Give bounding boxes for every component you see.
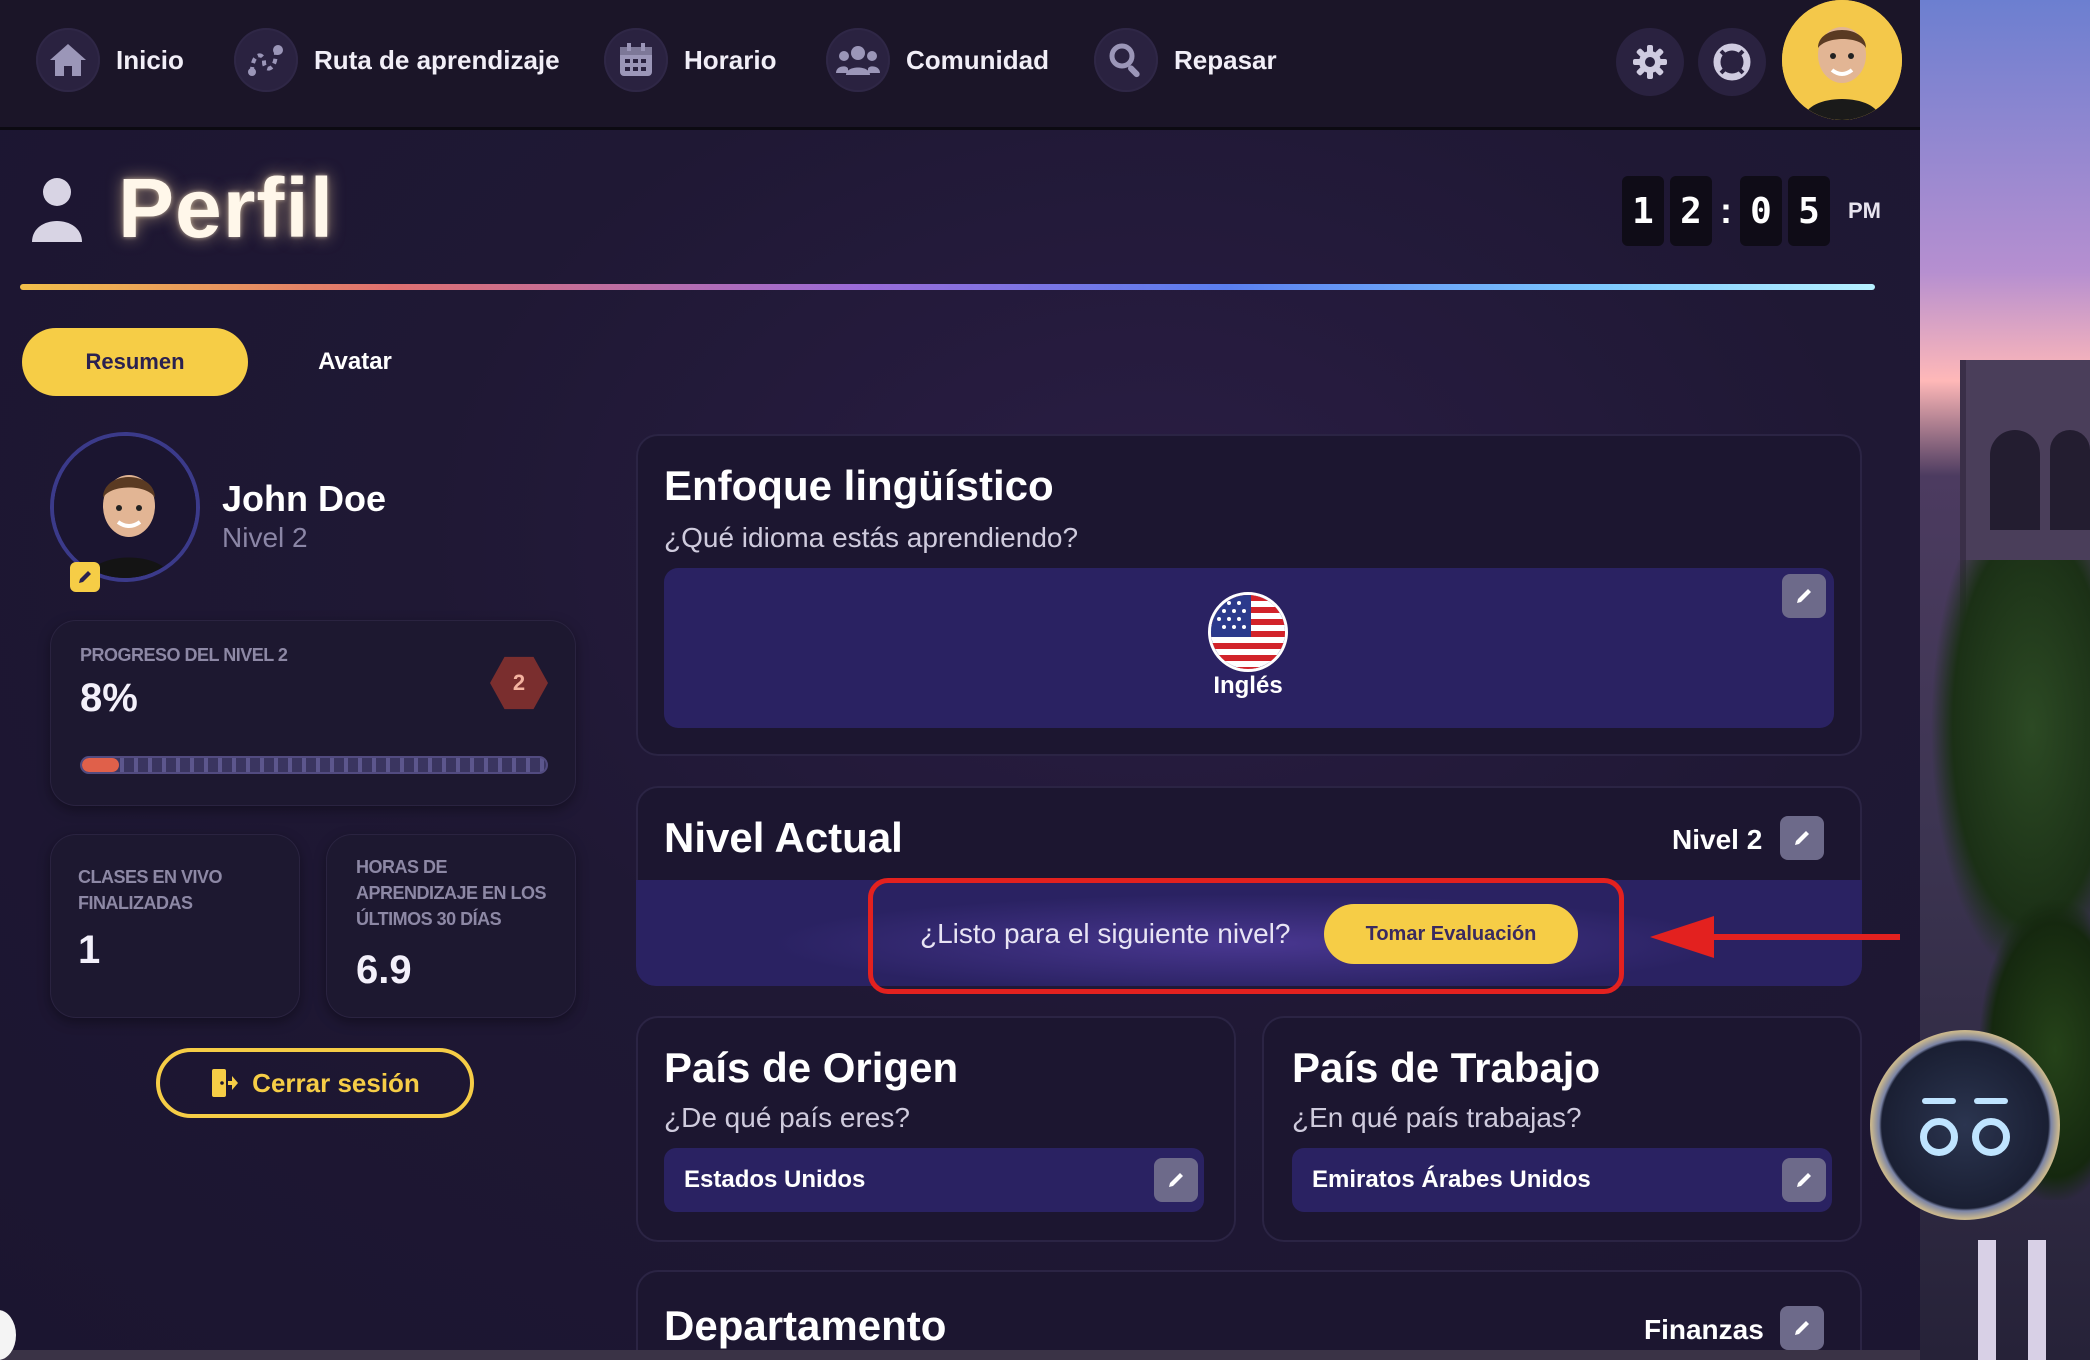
level-progress-bar bbox=[80, 756, 548, 774]
page-title: Perfil bbox=[118, 161, 335, 255]
help-button[interactable] bbox=[1698, 28, 1766, 96]
route-icon bbox=[234, 28, 298, 92]
work-value: Emiratos Árabes Unidos bbox=[1312, 1166, 1591, 1193]
people-icon bbox=[826, 28, 890, 92]
clock: 1 2 : 0 5 PM bbox=[1622, 176, 1881, 246]
edit-work-button[interactable] bbox=[1782, 1158, 1826, 1202]
user-avatar-button[interactable] bbox=[1782, 0, 1902, 120]
language-subtitle: ¿Qué idioma estás aprendiendo? bbox=[664, 522, 1079, 553]
language-title: Enfoque lingüístico bbox=[664, 462, 1054, 509]
nav-item-repasar[interactable]: Repasar bbox=[1094, 28, 1277, 92]
origin-title: País de Origen bbox=[664, 1044, 959, 1091]
robot-eye-icon bbox=[1972, 1118, 2010, 1156]
castle-arch bbox=[2050, 430, 2090, 530]
pencil-icon bbox=[1797, 589, 1811, 603]
lifebuoy-icon bbox=[1713, 43, 1751, 81]
pencil-icon bbox=[1795, 831, 1809, 845]
department-title: Departamento bbox=[664, 1302, 947, 1349]
stat-label: HORAS DE APRENDIZAJE EN LOS ÚLTIMOS 30 D… bbox=[356, 857, 547, 929]
pencil-icon bbox=[1169, 1173, 1183, 1187]
stat-value: 6.9 bbox=[356, 948, 412, 992]
annotation-arrow-icon bbox=[1650, 916, 1900, 958]
work-title: País de Trabajo bbox=[1292, 1044, 1601, 1091]
department-value: Finanzas bbox=[1644, 1314, 1764, 1345]
clock-digit: 1 bbox=[1622, 176, 1664, 246]
clock-ampm: PM bbox=[1848, 198, 1881, 223]
nav-item-inicio[interactable]: Inicio bbox=[36, 28, 184, 92]
current-level-title: Nivel Actual bbox=[664, 814, 903, 861]
progress-track-dots bbox=[82, 758, 546, 772]
stat-card-live-classes: CLASES EN VIVO FINALIZADAS 1 bbox=[50, 834, 300, 1018]
logout-button[interactable]: Cerrar sesión bbox=[156, 1048, 474, 1118]
fence-post bbox=[1978, 1240, 1996, 1360]
progress-fill bbox=[82, 758, 120, 772]
clock-digit: 5 bbox=[1788, 176, 1830, 246]
profile-panel: Inicio Ruta de aprendizaje Horario Comun… bbox=[0, 0, 1920, 1350]
nav-item-ruta[interactable]: Ruta de aprendizaje bbox=[234, 28, 560, 92]
work-country-field[interactable]: Emiratos Árabes Unidos bbox=[1292, 1148, 1832, 1212]
settings-button[interactable] bbox=[1616, 28, 1684, 96]
nav-item-comunidad[interactable]: Comunidad bbox=[826, 28, 1049, 92]
pencil-icon bbox=[1795, 1321, 1809, 1335]
profile-avatar bbox=[50, 432, 200, 582]
stat-label: CLASES EN VIVO FINALIZADAS bbox=[78, 867, 223, 913]
level-progress-card: PROGRESO DEL NIVEL 2 8% bbox=[50, 620, 576, 806]
edit-avatar-button[interactable] bbox=[70, 562, 100, 592]
clock-digit: 2 bbox=[1670, 176, 1712, 246]
robot-eye-icon bbox=[1920, 1118, 1958, 1156]
header-divider bbox=[20, 284, 1875, 290]
robot-brow bbox=[1974, 1098, 2008, 1104]
stat-card-learning-hours: HORAS DE APRENDIZAJE EN LOS ÚLTIMOS 30 D… bbox=[326, 834, 576, 1018]
page-header: Perfil bbox=[30, 160, 334, 257]
nav-label: Comunidad bbox=[906, 44, 1049, 75]
nav-label: Horario bbox=[684, 44, 777, 75]
progress-label: PROGRESO DEL NIVEL 2 bbox=[80, 645, 288, 665]
profile-level: Nivel 2 bbox=[222, 522, 308, 553]
robot-brow bbox=[1922, 1098, 1956, 1104]
top-navigation: Inicio Ruta de aprendizaje Horario Comun… bbox=[0, 0, 1920, 130]
gear-icon bbox=[1633, 45, 1667, 79]
nav-label: Ruta de aprendizaje bbox=[314, 44, 560, 75]
clock-separator: : bbox=[1720, 190, 1732, 231]
castle-arch bbox=[1990, 430, 2040, 530]
edit-department-button[interactable] bbox=[1780, 1306, 1824, 1350]
logout-label: Cerrar sesión bbox=[252, 1067, 420, 1098]
tab-avatar[interactable]: Avatar bbox=[290, 328, 420, 396]
robot-assistant-button[interactable] bbox=[1870, 1030, 2060, 1220]
stat-value: 1 bbox=[78, 928, 101, 972]
bottom-scene-strip bbox=[0, 1350, 1920, 1360]
search-icon bbox=[1094, 28, 1158, 92]
take-assessment-button[interactable]: Tomar Evaluación bbox=[1324, 904, 1578, 964]
edit-level-button[interactable] bbox=[1780, 816, 1824, 860]
home-icon bbox=[36, 28, 100, 92]
profile-name: John Doe bbox=[222, 478, 387, 519]
fence-post bbox=[2028, 1240, 2046, 1360]
clock-digit: 0 bbox=[1740, 176, 1782, 246]
origin-country-field[interactable]: Estados Unidos bbox=[664, 1148, 1204, 1212]
tab-resumen[interactable]: Resumen bbox=[22, 328, 248, 396]
work-subtitle: ¿En qué país trabajas? bbox=[1292, 1102, 1582, 1133]
exit-door-icon bbox=[212, 1069, 239, 1097]
next-level-prompt: ¿Listo para el siguiente nivel? bbox=[920, 918, 1291, 949]
origin-value: Estados Unidos bbox=[684, 1166, 866, 1193]
us-flag-icon bbox=[1208, 592, 1288, 672]
calendar-icon bbox=[604, 28, 668, 92]
current-level-value: Nivel 2 bbox=[1672, 824, 1763, 855]
pencil-icon bbox=[79, 571, 91, 583]
edit-language-button[interactable] bbox=[1782, 574, 1826, 618]
nav-label: Inicio bbox=[116, 44, 184, 75]
edit-origin-button[interactable] bbox=[1154, 1158, 1198, 1202]
nav-item-horario[interactable]: Horario bbox=[604, 28, 776, 92]
progress-percent: 8% bbox=[80, 676, 138, 720]
language-value: Inglés bbox=[1213, 672, 1283, 699]
avatar bbox=[1782, 0, 1902, 120]
origin-subtitle: ¿De qué país eres? bbox=[664, 1102, 910, 1133]
nav-label: Repasar bbox=[1174, 44, 1277, 75]
pencil-icon bbox=[1797, 1173, 1811, 1187]
user-icon bbox=[32, 177, 82, 242]
